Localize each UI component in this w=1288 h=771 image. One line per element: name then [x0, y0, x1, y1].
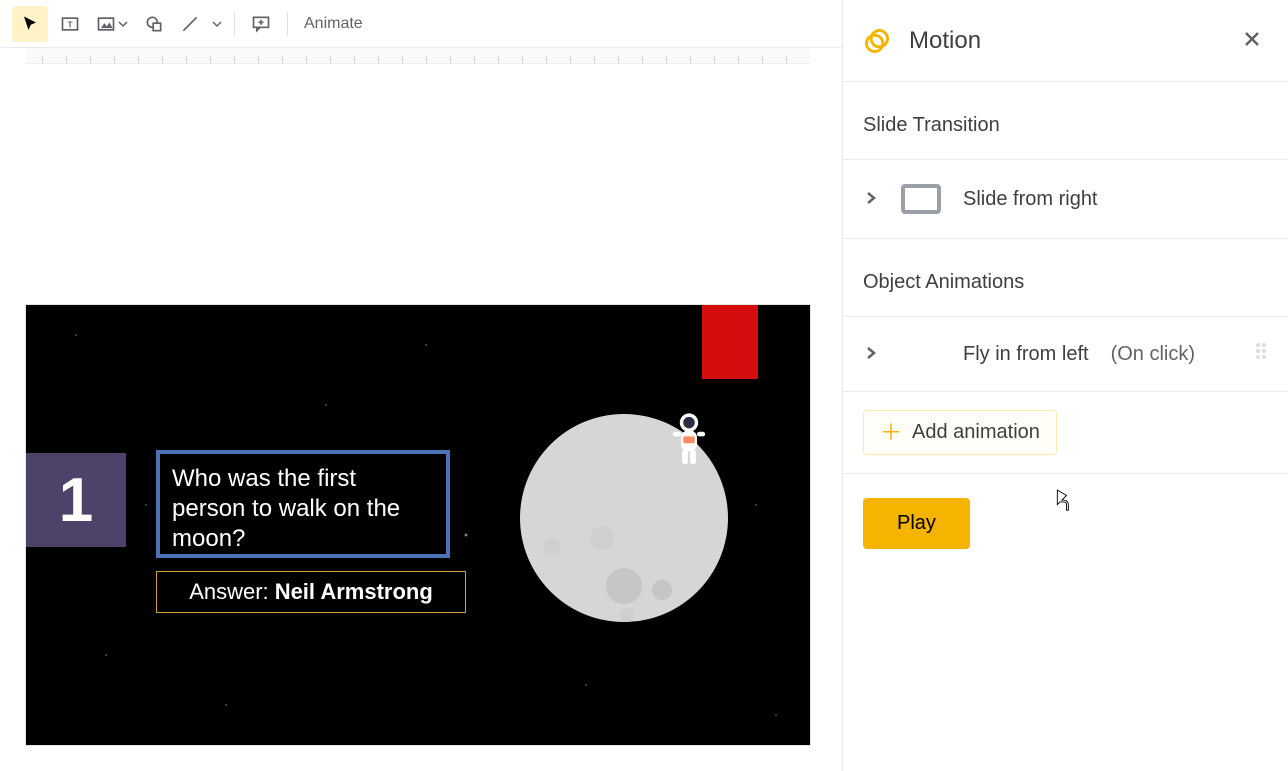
motion-panel-header: Motion: [843, 0, 1288, 82]
slide-transition-heading: Slide Transition: [843, 82, 1288, 159]
canvas[interactable]: 1 Who was the first person to walk on th…: [0, 64, 842, 771]
chevron-down-icon: [118, 19, 128, 29]
crater-shape: [590, 526, 614, 550]
close-icon: [1242, 29, 1262, 49]
close-panel-button[interactable]: [1236, 23, 1268, 58]
motion-icon: [863, 27, 891, 55]
drag-handle-icon: [1254, 341, 1268, 361]
crater-shape: [652, 580, 672, 600]
comment-icon: [251, 14, 271, 34]
animation-row[interactable]: Fly in from left (On click): [843, 317, 1288, 391]
answer-prefix: Answer:: [189, 579, 268, 605]
animation-name: Fly in from left: [963, 343, 1089, 366]
play-button[interactable]: Play: [863, 498, 970, 549]
image-tool-dropdown[interactable]: [92, 6, 132, 42]
chevron-down-icon: [212, 19, 222, 29]
astronaut-image[interactable]: [666, 411, 712, 471]
slide-transition-row[interactable]: Slide from right: [843, 160, 1288, 238]
expand-animation-button[interactable]: [863, 345, 879, 364]
motion-panel: Motion Slide Transition Slide from right…: [842, 0, 1288, 771]
cursor-icon: [21, 15, 39, 33]
slide[interactable]: 1 Who was the first person to walk on th…: [26, 305, 810, 745]
motion-panel-title: Motion: [909, 27, 1218, 55]
crater-shape: [544, 538, 560, 554]
question-text: Who was the first person to walk on the …: [172, 465, 400, 552]
animation-trigger: (On click): [1111, 343, 1195, 366]
astronaut-icon: [666, 411, 712, 471]
plus-icon: ＋: [880, 422, 902, 444]
object-animations-heading: Object Animations: [843, 239, 1288, 316]
answer-value: Neil Armstrong: [275, 579, 433, 605]
select-tool-button[interactable]: [12, 6, 48, 42]
chevron-right-icon: [863, 345, 879, 361]
crater-shape: [620, 608, 634, 622]
line-tool-dropdown[interactable]: [176, 6, 226, 42]
textbox-icon: T: [60, 14, 80, 34]
ruler[interactable]: [26, 48, 810, 64]
expand-transition-button[interactable]: [863, 190, 879, 209]
slide-number: 1: [59, 465, 93, 536]
slide-icon: [901, 184, 941, 214]
comment-tool-button[interactable]: [243, 6, 279, 42]
transition-name: Slide from right: [963, 188, 1098, 211]
red-rectangle-shape[interactable]: [702, 305, 758, 379]
toolbar-separator: [234, 12, 235, 36]
shape-tool-button[interactable]: [136, 6, 172, 42]
question-textbox[interactable]: Who was the first person to walk on the …: [156, 450, 450, 558]
image-icon: [96, 14, 116, 34]
add-animation-button[interactable]: ＋ Add animation: [863, 410, 1057, 455]
add-animation-label: Add animation: [912, 421, 1040, 444]
toolbar-separator: [287, 12, 288, 36]
slide-number-box[interactable]: 1: [26, 453, 126, 547]
svg-text:T: T: [67, 19, 72, 29]
answer-textbox[interactable]: Answer: Neil Armstrong: [156, 571, 466, 613]
divider: [843, 473, 1288, 474]
textbox-tool-button[interactable]: T: [52, 6, 88, 42]
animate-menu[interactable]: Animate: [296, 15, 371, 33]
crater-shape: [606, 568, 642, 604]
line-icon: [180, 14, 200, 34]
drag-handle[interactable]: [1254, 341, 1268, 367]
chevron-right-icon: [863, 190, 879, 206]
shape-icon: [144, 14, 164, 34]
divider: [843, 391, 1288, 392]
